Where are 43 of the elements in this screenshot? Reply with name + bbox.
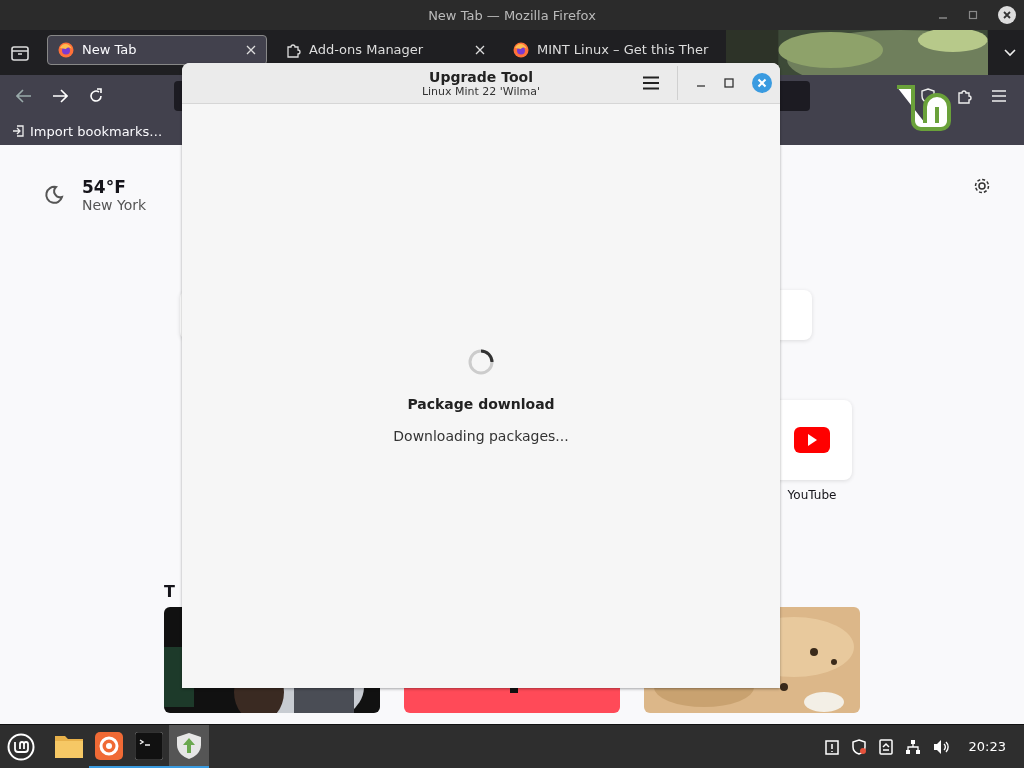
taskbar-app[interactable] xyxy=(169,725,209,768)
chevron-down-icon[interactable] xyxy=(1004,48,1016,57)
moon-icon xyxy=(42,184,64,206)
status-text: Downloading packages... xyxy=(393,428,569,444)
shield-arrow-icon xyxy=(175,731,203,760)
tab-list-icon[interactable] xyxy=(11,44,29,61)
section-heading: T xyxy=(164,582,176,601)
extensions-icon[interactable] xyxy=(956,88,972,104)
bookmark-item[interactable]: Import bookmarks… xyxy=(12,123,163,139)
clipboard-icon[interactable] xyxy=(824,738,839,755)
update-icon[interactable] xyxy=(878,738,893,755)
import-icon xyxy=(12,125,24,137)
browser-tab[interactable]: New Tab xyxy=(47,34,267,65)
puzzle-icon xyxy=(285,41,301,58)
firefox-icon xyxy=(58,41,74,58)
browser-tab[interactable]: MINT Linux – Get this Ther xyxy=(503,34,719,65)
firefox-icon xyxy=(513,41,529,58)
menu-icon[interactable] xyxy=(643,76,659,90)
dialog-title: Upgrade Tool xyxy=(429,68,533,85)
reload-icon[interactable] xyxy=(88,88,104,104)
volume-icon[interactable] xyxy=(932,738,951,755)
clock[interactable]: 20:23 xyxy=(968,739,1006,754)
close-tab-icon[interactable] xyxy=(475,44,485,55)
browser-tab[interactable]: Add-ons Manager xyxy=(275,34,495,65)
play-icon xyxy=(794,427,830,453)
status-heading: Package download xyxy=(407,396,555,412)
forward-icon[interactable] xyxy=(52,89,68,103)
terminal-icon xyxy=(135,731,163,760)
mint-menu-icon[interactable] xyxy=(7,732,35,761)
dialog-subtitle: Linux Mint 22 'Wilma' xyxy=(421,84,541,98)
close-tab-icon[interactable] xyxy=(246,44,256,55)
close-icon[interactable] xyxy=(998,6,1016,24)
back-icon[interactable] xyxy=(16,89,32,103)
firefox-icon xyxy=(95,731,123,760)
location: New York xyxy=(82,197,147,213)
temperature: 54°F xyxy=(82,177,127,197)
maximize-icon[interactable] xyxy=(724,78,734,88)
maximize-icon[interactable] xyxy=(968,10,978,20)
shortcut-label: YouTube xyxy=(787,488,837,502)
network-icon[interactable] xyxy=(904,738,921,755)
settings-icon[interactable] xyxy=(973,177,991,195)
spinner-icon xyxy=(467,348,495,376)
window-title: New Tab — Mozilla Firefox xyxy=(428,7,596,23)
